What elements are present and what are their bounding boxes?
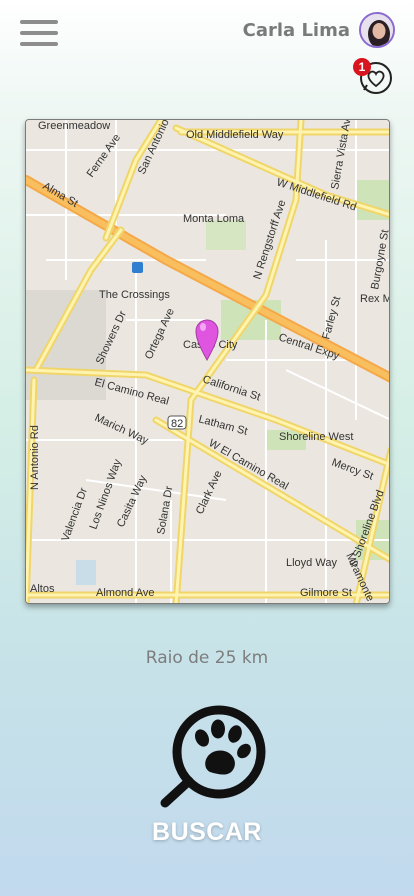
map-label-monta-loma: Monta Loma: [183, 213, 245, 225]
map-view[interactable]: 82 Greenmeadow Ferne Ave San Antonio Old…: [25, 119, 390, 604]
favorites-button[interactable]: 1: [353, 58, 394, 96]
map-label-lloyd: Lloyd Way: [286, 557, 337, 569]
hamburger-icon-line: [20, 20, 58, 24]
menu-button[interactable]: [20, 20, 58, 46]
map-label-shoreline-west: Shoreline West: [279, 431, 353, 443]
notification-badge: 1: [353, 58, 371, 76]
hamburger-icon-line: [20, 42, 58, 46]
map-label-gilmore: Gilmore St: [300, 587, 352, 599]
map-label-old-middlefield: Old Middlefield Way: [186, 129, 284, 141]
map-canvas: 82 Greenmeadow Ferne Ave San Antonio Old…: [26, 120, 390, 603]
user-name[interactable]: Carla Lima: [243, 20, 350, 41]
avatar[interactable]: [359, 12, 395, 48]
map-label-n-antonio-rd: N Antonio Rd: [29, 425, 41, 490]
transit-icon: [132, 262, 143, 273]
map-label-greenmeadow: Greenmeadow: [38, 120, 110, 132]
paw-magnifier-icon[interactable]: [160, 702, 268, 808]
map-label-crossings: The Crossings: [99, 289, 170, 301]
map-label-rex-m: Rex M: [360, 293, 390, 305]
hamburger-icon-line: [20, 31, 58, 35]
map-label-almond: Almond Ave: [96, 587, 155, 599]
search-button[interactable]: BUSCAR: [0, 818, 414, 847]
map-label-altos: Altos: [30, 583, 55, 595]
map-label-route-82: 82: [171, 418, 183, 430]
radius-text: Raio de 25 km: [145, 648, 269, 668]
avatar-image: [361, 14, 393, 46]
